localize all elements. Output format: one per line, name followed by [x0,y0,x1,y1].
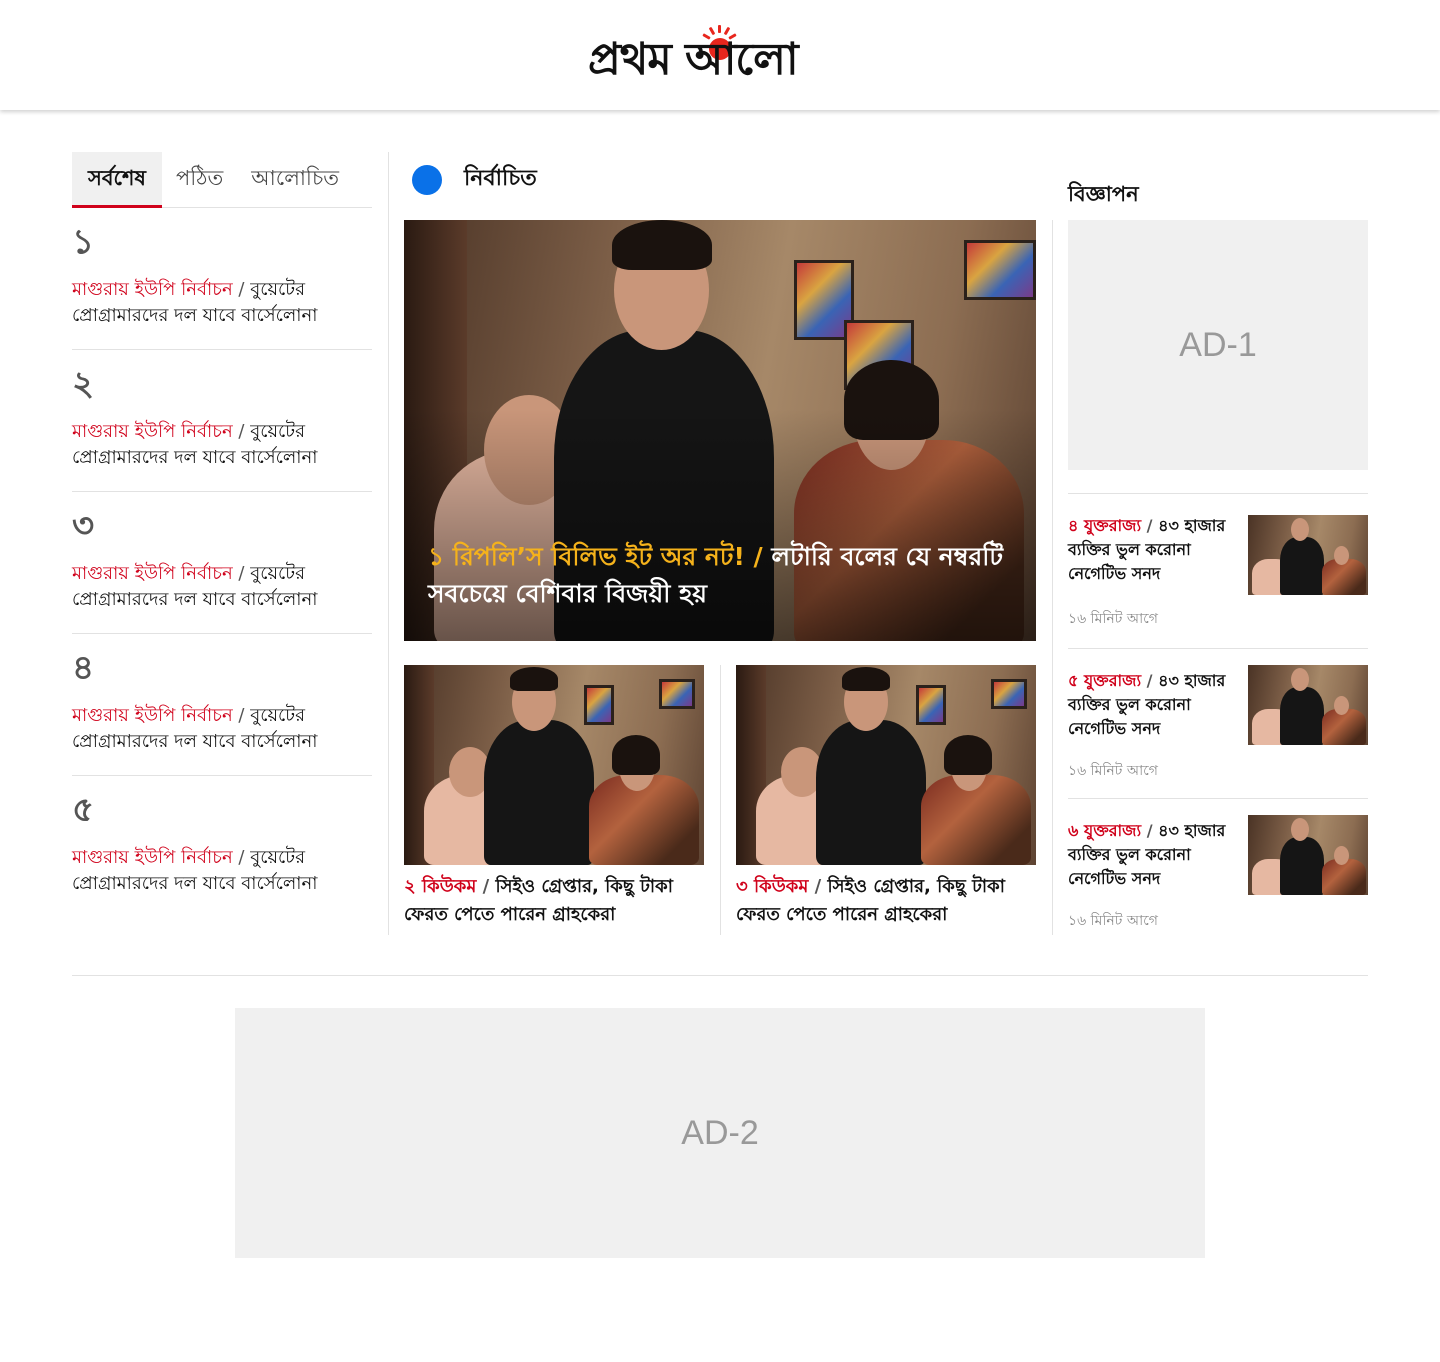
logo-wordmark: প্রথম আলো [588,34,799,85]
section-title: নির্বাচিত [464,166,537,191]
side-story-image [1248,815,1368,895]
logo-sun-ray [718,25,721,33]
list-item[interactable]: ৩ মাগুরায় ইউপি নির্বাচন / বুয়েটের প্রো… [72,492,372,634]
side-kicker: ৬ যুক্তরাজ্য [1068,821,1142,840]
headline-separator: / [1141,821,1159,840]
headline-separator: / [1141,671,1159,690]
headline-separator: / [1141,516,1159,535]
side-headline[interactable]: ৬ যুক্তরাজ্য / ৪৩ হাজার ব্যক্তির ভুল করো… [1068,819,1232,891]
card-kicker: ৩ কিউকম [736,876,809,897]
hero-story[interactable]: ১ রিপলি’স বিলিভ ইট অর নট! / লটারি বলের য… [404,220,1036,641]
side-headline[interactable]: ৫ যুক্তরাজ্য / ৪৩ হাজার ব্যক্তির ভুল করো… [1068,669,1232,741]
card-divider [720,665,721,935]
side-story-image [1248,665,1368,745]
side-story[interactable]: ৪ যুক্তরাজ্য / ৪৩ হাজার ব্যক্তির ভুল করো… [1068,493,1368,643]
headline-separator: / [232,563,251,584]
timestamp: ১৬ মিনিট আগে [1068,611,1158,627]
story-card[interactable]: ৩ কিউকম / সিইও গ্রেপ্তার, কিছু টাকা ফেরত… [736,665,1036,935]
rank-number: ৪ [72,648,95,688]
column-divider [388,152,389,935]
headline-separator: / [476,876,496,897]
headline[interactable]: মাগুরায় ইউপি নির্বাচন / বুয়েটের প্রোগ্… [72,845,372,897]
headline[interactable]: মাগুরায় ইউপি নির্বাচন / বুয়েটের প্রোগ্… [72,277,372,329]
section-dot-icon [412,165,442,195]
section-divider [72,975,1368,976]
side-story[interactable]: ৫ যুক্তরাজ্য / ৪৩ হাজার ব্যক্তির ভুল করো… [1068,648,1368,798]
story-image [736,665,1036,865]
side-headline[interactable]: ৪ যুক্তরাজ্য / ৪৩ হাজার ব্যক্তির ভুল করো… [1068,514,1232,586]
headline-separator: / [232,421,251,442]
headline-kicker: মাগুরায় ইউপি নির্বাচন [72,279,233,300]
rank-number: ৩ [72,506,95,546]
site-logo[interactable]: প্রথম আলো [588,22,852,88]
tab-latest[interactable]: সর্বশেষ [72,152,163,208]
headline-kicker: মাগুরায় ইউপি নির্বাচন [72,421,233,442]
headline[interactable]: মাগুরায় ইউপি নির্বাচন / বুয়েটের প্রোগ্… [72,703,372,755]
ad-slot-2[interactable]: AD-2 [235,1008,1205,1258]
side-story-image [1248,515,1368,595]
hero-headline[interactable]: ১ রিপলি’স বিলিভ ইট অর নট! / লটারি বলের য… [428,538,1018,612]
tab-most-read[interactable]: পঠিত [162,152,237,208]
side-story[interactable]: ৬ যুক্তরাজ্য / ৪৩ হাজার ব্যক্তির ভুল করো… [1068,798,1368,948]
side-kicker: ৪ যুক্তরাজ্য [1068,516,1142,535]
headline[interactable]: মাগুরায় ইউপি নির্বাচন / বুয়েটের প্রোগ্… [72,561,372,613]
headline[interactable]: মাগুরায় ইউপি নির্বাচন / বুয়েটের প্রোগ্… [72,419,372,471]
headline-separator: / [232,279,251,300]
card-kicker: ২ কিউকম [404,876,477,897]
hero-kicker: ১ রিপলি’স বিলিভ ইট অর নট! / [428,542,772,571]
column-divider [1052,220,1053,935]
timestamp: ১৬ মিনিট আগে [1068,763,1158,779]
tab-most-discussed[interactable]: আলোচিত [237,152,353,208]
headline-separator: / [232,705,251,726]
card-headline[interactable]: ২ কিউকম / সিইও গ্রেপ্তার, কিছু টাকা ফেরত… [404,873,704,929]
list-item[interactable]: ৪ মাগুরায় ইউপি নির্বাচন / বুয়েটের প্রো… [72,634,372,776]
headline-separator: / [232,847,251,868]
ad-slot-1[interactable]: AD-1 [1068,220,1368,470]
headline-kicker: মাগুরায় ইউপি নির্বাচন [72,563,233,584]
list-item[interactable]: ১ মাগুরায় ইউপি নির্বাচন / বুয়েটের প্রো… [72,208,372,350]
side-kicker: ৫ যুক্তরাজ্য [1068,671,1142,690]
list-item[interactable]: ৫ মাগুরায় ইউপি নির্বাচন / বুয়েটের প্রো… [72,776,372,918]
rank-number: ৫ [72,790,95,830]
story-card[interactable]: ২ কিউকম / সিইও গ্রেপ্তার, কিছু টাকা ফেরত… [404,665,704,935]
headline-kicker: মাগুরায় ইউপি নির্বাচন [72,705,233,726]
headline-separator: / [808,876,828,897]
site-header: প্রথম আলো [0,0,1440,110]
headline-kicker: মাগুরায় ইউপি নির্বাচন [72,847,233,868]
list-tabs: সর্বশেষ পঠিত আলোচিত [72,152,372,208]
story-image [404,665,704,865]
card-headline[interactable]: ৩ কিউকম / সিইও গ্রেপ্তার, কিছু টাকা ফেরত… [736,873,1036,929]
rank-number: ২ [72,364,95,404]
ad-section-label: বিজ্ঞাপন [1068,182,1139,206]
rank-number: ১ [72,222,95,262]
list-item[interactable]: ২ মাগুরায় ইউপি নির্বাচন / বুয়েটের প্রো… [72,350,372,492]
timestamp: ১৬ মিনিট আগে [1068,913,1158,929]
latest-list-panel: সর্বশেষ পঠিত আলোচিত ১ মাগুরায় ইউপি নির্… [72,152,372,918]
